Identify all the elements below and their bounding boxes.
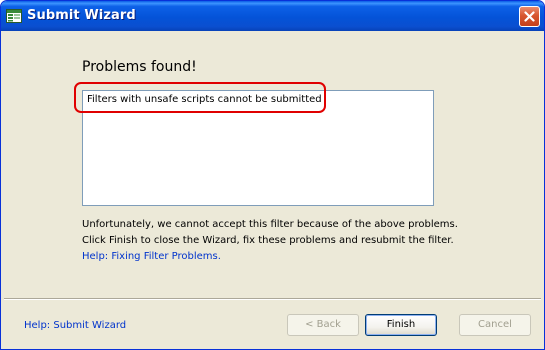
problems-list[interactable]: Filters with unsafe scripts cannot be su… [82,90,434,206]
problem-item: Filters with unsafe scripts cannot be su… [87,94,322,105]
wizard-window-icon [6,8,22,24]
wizard-client-area: Problems found! Filters with unsafe scri… [4,31,541,346]
close-button[interactable] [519,6,540,27]
footer-divider [4,298,541,300]
explanation-text: Unfortunately, we cannot accept this fil… [82,217,462,265]
title-bar[interactable]: Submit Wizard [1,1,544,31]
fixing-problems-help-link[interactable]: Help: Fixing Filter Problems. [82,251,221,262]
finish-button[interactable]: Finish [365,314,437,336]
page-heading: Problems found! [82,59,197,75]
window-title: Submit Wizard [27,8,136,23]
submit-wizard-window: Submit Wizard Problems found! Filters wi… [0,0,545,350]
submit-wizard-help-link[interactable]: Help: Submit Wizard [24,320,126,331]
explanation-body: Unfortunately, we cannot accept this fil… [82,219,458,246]
cancel-button[interactable]: Cancel [459,314,531,336]
back-button[interactable]: < Back [287,314,359,336]
close-icon [524,11,535,22]
